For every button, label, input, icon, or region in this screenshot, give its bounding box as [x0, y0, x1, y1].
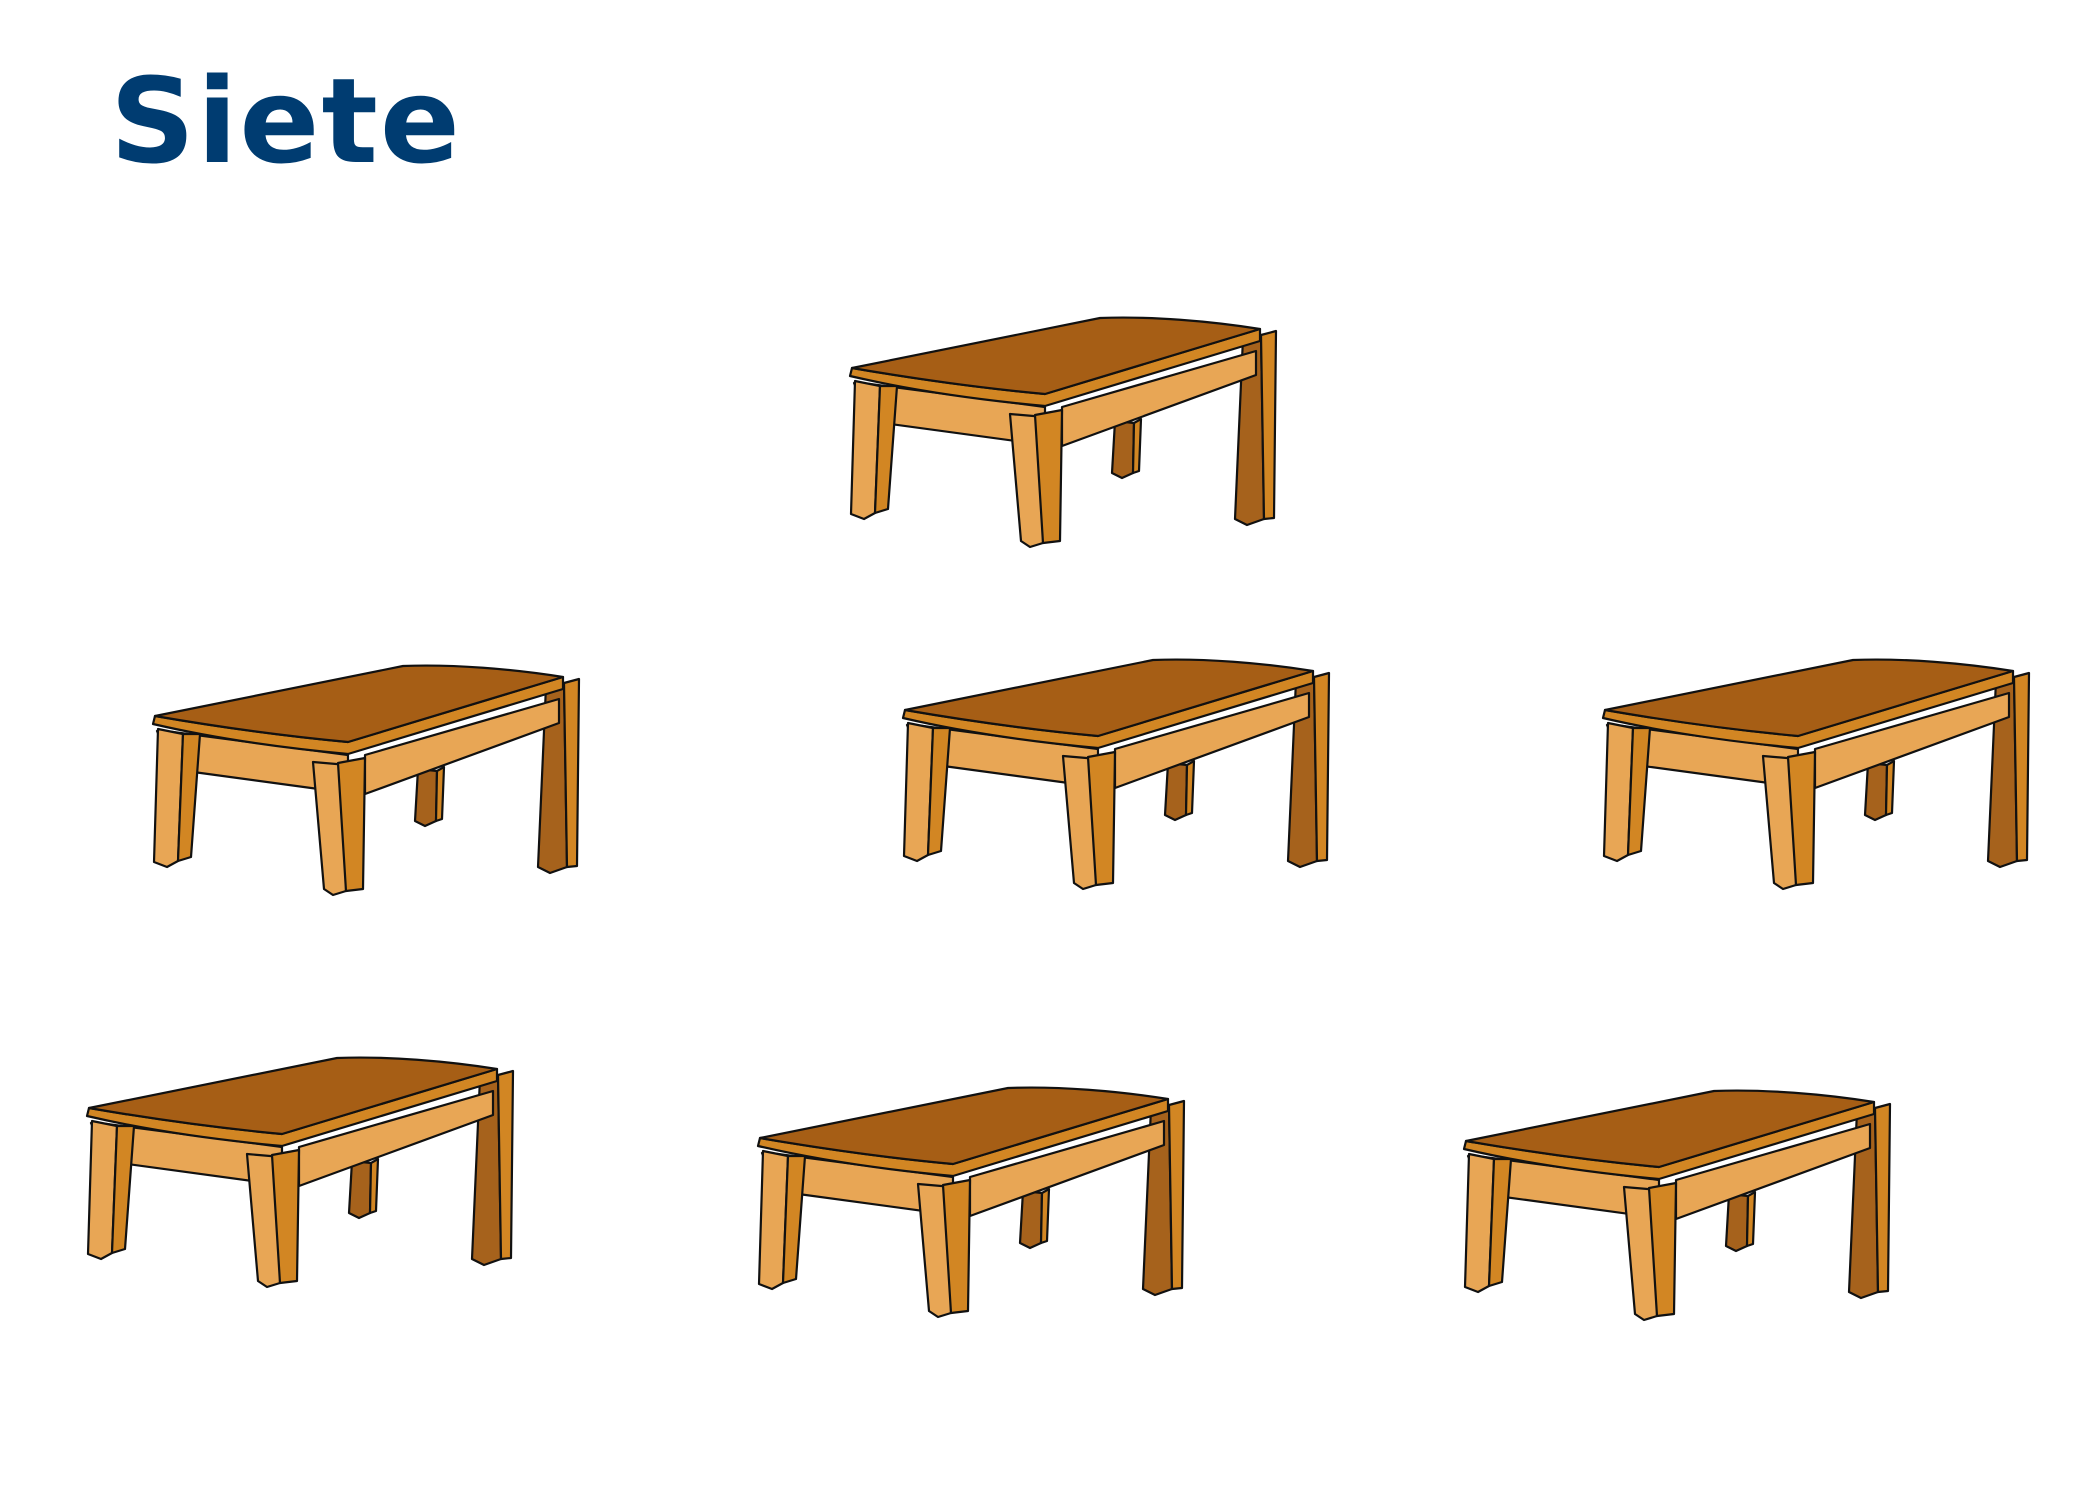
table-icon — [151, 664, 581, 897]
table-icon — [1601, 658, 2031, 891]
table-icon — [1462, 1089, 1892, 1322]
table-icon — [848, 316, 1278, 549]
table-icon — [901, 658, 1331, 891]
table-icon — [756, 1086, 1186, 1319]
tables-illustration — [85, 316, 2031, 1322]
table-icon — [85, 1056, 515, 1289]
